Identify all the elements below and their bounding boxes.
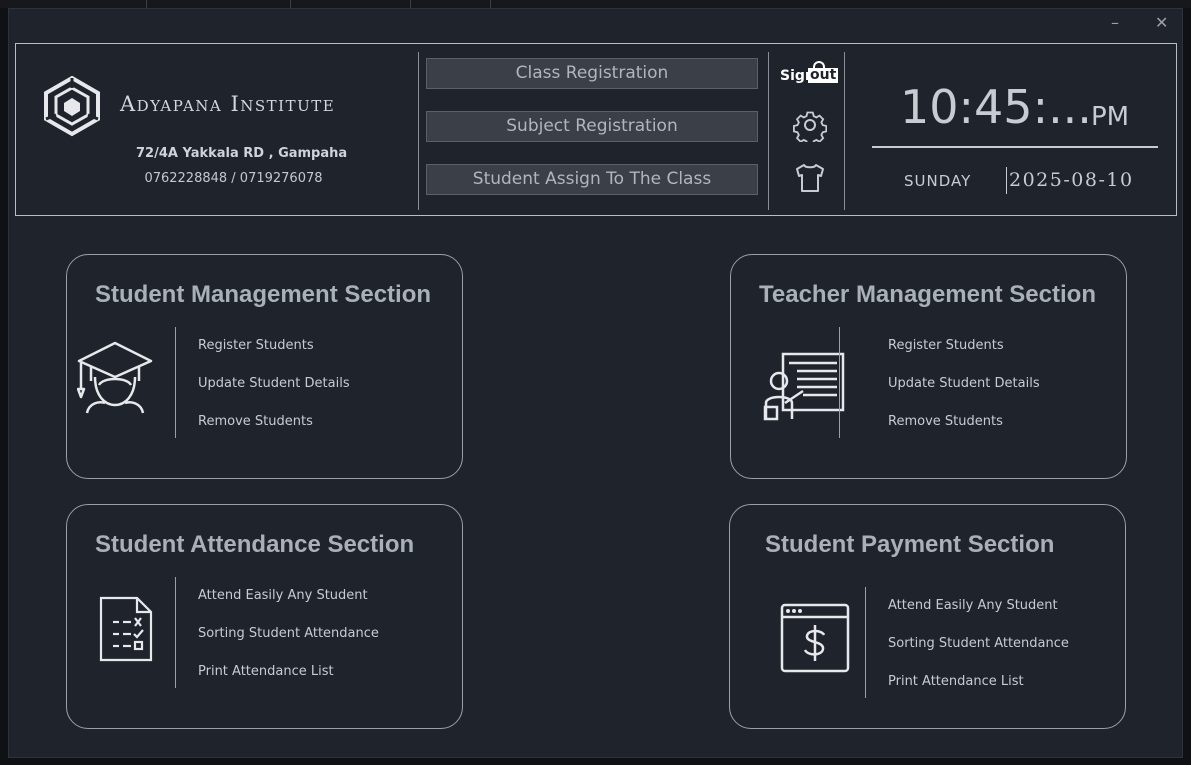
minimize-button[interactable]: – — [1111, 15, 1119, 31]
attend-student-link[interactable]: Attend Easily Any Student — [198, 588, 368, 603]
remove-students-link[interactable]: Remove Students — [888, 414, 1003, 429]
background-tab — [147, 0, 291, 8]
institute-name: Adyapana Institute — [120, 92, 336, 116]
tshirt-icon[interactable] — [793, 161, 827, 199]
card-divider — [865, 587, 866, 698]
clock-date: 2025-08-10 — [1009, 169, 1134, 191]
sorting-attendance-link[interactable]: Sorting Student Attendance — [888, 636, 1069, 651]
background-tab — [291, 0, 411, 8]
subject-registration-button[interactable]: Subject Registration — [426, 111, 758, 142]
update-student-details-link[interactable]: Update Student Details — [198, 376, 350, 391]
payment-window-icon — [780, 603, 850, 677]
close-button[interactable]: ✕ — [1155, 15, 1168, 31]
card-title: Student Management Section — [95, 281, 432, 308]
remove-students-link[interactable]: Remove Students — [198, 414, 313, 429]
header-divider — [418, 52, 419, 210]
clock-underline — [872, 146, 1158, 148]
student-management-card: Student Management Section Register Stud… — [66, 254, 463, 479]
student-payment-card: Student Payment Section Attend Easily An… — [729, 504, 1126, 729]
attend-student-link[interactable]: Attend Easily Any Student — [888, 598, 1058, 613]
register-students-link[interactable]: Register Students — [888, 338, 1004, 353]
card-title: Student Payment Section — [765, 531, 1055, 558]
teacher-management-card: Teacher Management Section Register Stud… — [730, 254, 1127, 479]
card-divider — [175, 577, 176, 688]
update-student-details-link[interactable]: Update Student Details — [888, 376, 1040, 391]
print-attendance-link[interactable]: Print Attendance List — [888, 674, 1024, 689]
clock-time: 10:45:... — [900, 80, 1092, 134]
class-registration-button[interactable]: Class Registration — [426, 58, 758, 89]
date-cursor — [1006, 167, 1007, 194]
app-window: – ✕ Adyapana Institute 72/4A Yakkala RD … — [8, 8, 1183, 758]
institute-logo-icon — [40, 74, 104, 142]
print-attendance-link[interactable]: Print Attendance List — [198, 664, 334, 679]
student-attendance-card: Student Attendance Section Attend Easily… — [66, 504, 463, 729]
sorting-attendance-link[interactable]: Sorting Student Attendance — [198, 626, 379, 641]
gear-icon[interactable] — [793, 108, 828, 146]
card-divider — [839, 327, 840, 438]
header-panel: Adyapana Institute 72/4A Yakkala RD , Ga… — [15, 43, 1177, 216]
institute-phones: 0762228848 / 0719276078 — [144, 171, 323, 186]
student-assign-button[interactable]: Student Assign To The Class — [426, 164, 758, 195]
card-divider — [175, 327, 176, 438]
signout-button[interactable]: Sign out — [780, 61, 839, 85]
header-divider — [844, 52, 845, 210]
signout-out-label: out — [808, 67, 839, 83]
clock-ampm: PM — [1091, 102, 1130, 132]
header-divider — [768, 52, 769, 210]
teacher-board-icon — [763, 351, 847, 427]
background-tab — [411, 0, 491, 8]
clock-day: SUNDAY — [904, 172, 972, 190]
checklist-icon — [99, 596, 153, 666]
institute-address: 72/4A Yakkala RD , Gampaha — [136, 146, 348, 161]
card-title: Student Attendance Section — [95, 531, 415, 558]
top-tab-strip — [0, 0, 1191, 8]
background-tab — [0, 0, 147, 8]
graduate-student-icon — [76, 341, 153, 419]
register-students-link[interactable]: Register Students — [198, 338, 314, 353]
card-title: Teacher Management Section — [759, 281, 1096, 308]
